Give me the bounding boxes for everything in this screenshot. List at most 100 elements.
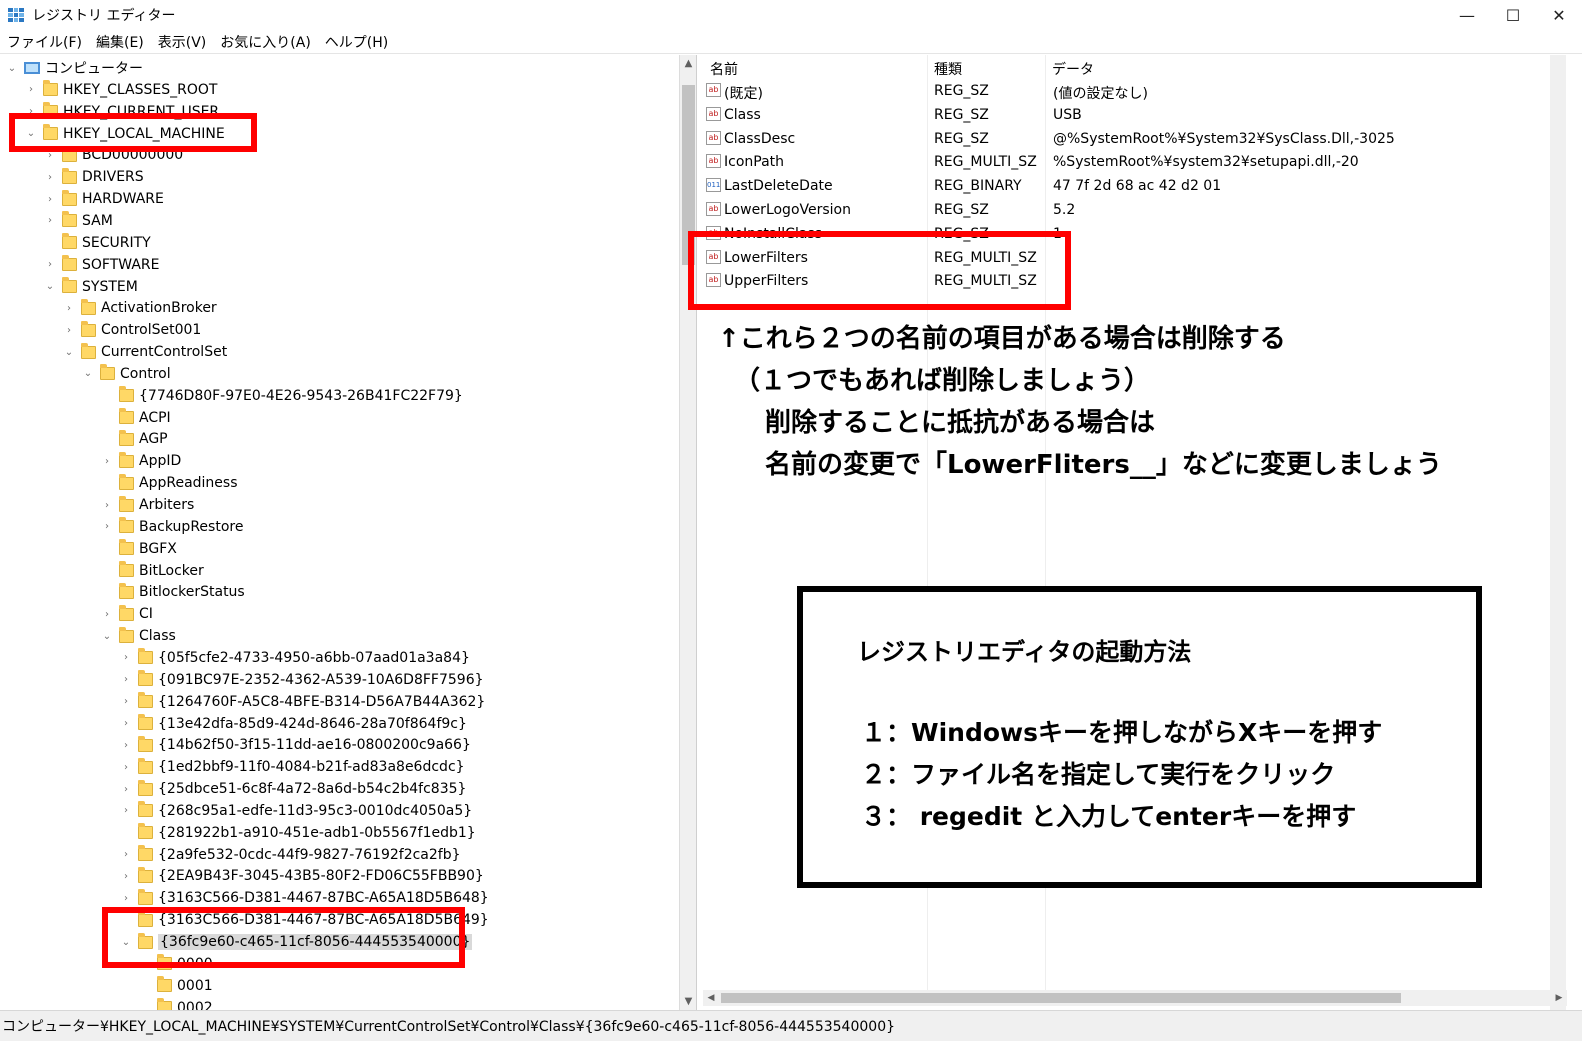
value-row[interactable]: ab ClassDesc REG_SZ @%SystemRoot%¥System32¥… [706,128,1566,152]
chevron-right-icon[interactable]: › [44,194,56,205]
chevron-down-icon[interactable]: ⌄ [63,347,75,358]
minimize-button[interactable]: — [1444,0,1490,30]
tree-item[interactable]: › {14b62f50-3f15-11dd-ae16-0800200c9a66} [120,734,471,756]
chevron-down-icon[interactable]: ⌄ [82,368,94,379]
tree-item[interactable]: › SOFTWARE [44,254,160,276]
menu-help[interactable]: ヘルプ(H) [318,32,395,52]
chevron-right-icon[interactable]: › [120,718,132,729]
tree-item[interactable]: ⌄ CurrentControlSet [63,341,227,363]
scroll-up-icon[interactable]: ▲ [680,55,697,72]
tree-item[interactable]: SECURITY [44,232,151,254]
tree-item[interactable]: BGFX [101,538,177,560]
maximize-button[interactable]: ☐ [1490,0,1536,30]
tree-item[interactable]: › {2EA9B43F-3045-43B5-80F2-FD06C55FBB90} [120,865,484,887]
chevron-right-icon[interactable]: › [101,521,113,532]
chevron-down-icon[interactable]: ⌄ [6,63,18,74]
tree-item[interactable]: › BackupRestore [101,516,243,538]
tree-item[interactable]: {7746D80F-97E0-4E26-9543-26B41FC22F79} [101,385,463,407]
values-hscroll-thumb[interactable] [721,993,1401,1003]
chevron-right-icon[interactable]: › [120,805,132,816]
chevron-right-icon[interactable]: › [120,762,132,773]
folder-icon [138,823,153,840]
value-row[interactable]: ab LowerLogoVersion REG_SZ 5.2 [706,199,1566,223]
tree-item[interactable]: › {1ed2bbf9-11f0-4084-b21f-ad83a8e6dcdc} [120,756,465,778]
chevron-right-icon[interactable]: › [44,215,56,226]
value-row[interactable]: ab (既定) REG_SZ (値の設定なし) [706,80,1566,104]
tree-item[interactable]: › Arbiters [101,494,194,516]
tree-item[interactable]: › AppID [101,450,181,472]
tree-item[interactable]: › DRIVERS [44,166,144,188]
chevron-right-icon[interactable]: › [120,871,132,882]
chevron-right-icon[interactable]: › [120,696,132,707]
chevron-down-icon[interactable]: ⌄ [101,631,113,642]
chevron-right-icon[interactable]: › [101,456,113,467]
tree-item[interactable]: ⌄ SYSTEM [44,276,138,298]
column-header-data[interactable]: データ [1052,57,1094,81]
tree-item[interactable]: 0001 [139,975,213,997]
tree-item[interactable]: ⌄ コンピューター [6,57,143,79]
tree-item[interactable]: › SAM [44,210,113,232]
column-header-type[interactable]: 種類 [934,57,962,81]
folder-icon [81,298,96,315]
tree-vertical-scrollbar[interactable]: ▲ ▼ [680,55,697,1010]
tree-item[interactable]: › CI [101,603,153,625]
registry-tree[interactable]: ⌄ コンピューター › HKEY_CLASSES_ROOT › HKEY_CURRENT_… [0,55,680,1010]
instruction-step-3: ３： regedit と入力してenterキーを押す [861,802,1357,831]
tree-item[interactable]: ⌄ Class [101,625,176,647]
value-row[interactable]: ab Class REG_SZ USB [706,104,1566,128]
tree-item[interactable]: › {268c95a1-edfe-11d3-95c3-0010dc4050a5} [120,800,472,822]
chevron-right-icon[interactable]: › [44,172,56,183]
values-vertical-scrollbar[interactable] [1550,55,1566,1010]
column-header-name[interactable]: 名前 [710,57,738,81]
folder-icon [100,364,115,381]
folder-icon [119,517,134,534]
values-horizontal-scrollbar[interactable]: ◀ ▶ [703,990,1567,1006]
tree-item[interactable]: › {13e42dfa-85d9-424d-8646-28a70f864f9c} [120,713,467,735]
tree-item[interactable]: 0002 [139,997,213,1010]
tree-item[interactable]: ACPI [101,407,171,429]
tree-item-label: BitlockerStatus [139,584,245,601]
tree-item[interactable]: BitLocker [101,560,204,582]
tree-item[interactable]: {281922b1-a910-451e-adb1-0b5567f1edb1} [120,822,476,844]
scroll-right-icon[interactable]: ▶ [1551,990,1567,1006]
tree-item[interactable]: › {1264760F-A5C8-4BFE-B314-D56A7B44A362} [120,691,485,713]
chevron-down-icon[interactable]: ⌄ [44,281,56,292]
value-row[interactable]: 011 LastDeleteDate REG_BINARY 47 7f 2d 68 a… [706,175,1566,199]
tree-item[interactable]: › {2a9fe532-0cdc-44f9-9827-76192f2ca2fb} [120,844,461,866]
menu-view[interactable]: 表示(V) [151,32,214,52]
tree-item[interactable]: AppReadiness [101,472,238,494]
chevron-right-icon[interactable]: › [120,849,132,860]
tree-item[interactable]: › ActivationBroker [63,297,217,319]
value-row[interactable]: ab IconPath REG_MULTI_SZ %SystemRoot%¥syste… [706,151,1566,175]
folder-icon [119,473,134,490]
chevron-right-icon[interactable]: › [101,500,113,511]
chevron-right-icon[interactable]: › [25,84,37,95]
close-button[interactable]: ✕ [1536,0,1582,30]
chevron-right-icon[interactable]: › [120,652,132,663]
tree-item[interactable]: ⌄ Control [82,363,171,385]
chevron-right-icon[interactable]: › [44,259,56,270]
tree-item[interactable]: › {05f5cfe2-4733-4950-a6bb-07aad01a3a84} [120,647,470,669]
chevron-right-icon[interactable]: › [63,303,75,314]
chevron-right-icon[interactable]: › [63,325,75,336]
chevron-right-icon[interactable]: › [101,609,113,620]
tree-item[interactable]: › {3163C566-D381-4467-87BC-A65A18D5B648} [120,887,489,909]
tree-item[interactable]: › HARDWARE [44,188,164,210]
value-type: REG_BINARY [934,178,1022,195]
tree-item[interactable]: BitlockerStatus [101,581,245,603]
chevron-right-icon[interactable]: › [120,893,132,904]
chevron-right-icon[interactable]: › [120,740,132,751]
chevron-right-icon[interactable]: › [120,674,132,685]
tree-item[interactable]: › {091BC97E-2352-4362-A539-10A6D8FF7596} [120,669,484,691]
folder-icon [62,255,77,272]
scroll-down-icon[interactable]: ▼ [680,993,697,1010]
tree-item[interactable]: AGP [101,428,168,450]
scroll-left-icon[interactable]: ◀ [703,990,719,1006]
tree-item[interactable]: › ControlSet001 [63,319,201,341]
chevron-right-icon[interactable]: › [120,784,132,795]
menu-file[interactable]: ファイル(F) [0,32,89,52]
tree-item[interactable]: › {25dbce51-6c8f-4a72-8a6d-b54c2b4fc835} [120,778,466,800]
menu-edit[interactable]: 編集(E) [89,32,151,52]
tree-item[interactable]: › HKEY_CLASSES_ROOT [25,79,217,101]
menu-favorites[interactable]: お気に入り(A) [213,32,318,52]
